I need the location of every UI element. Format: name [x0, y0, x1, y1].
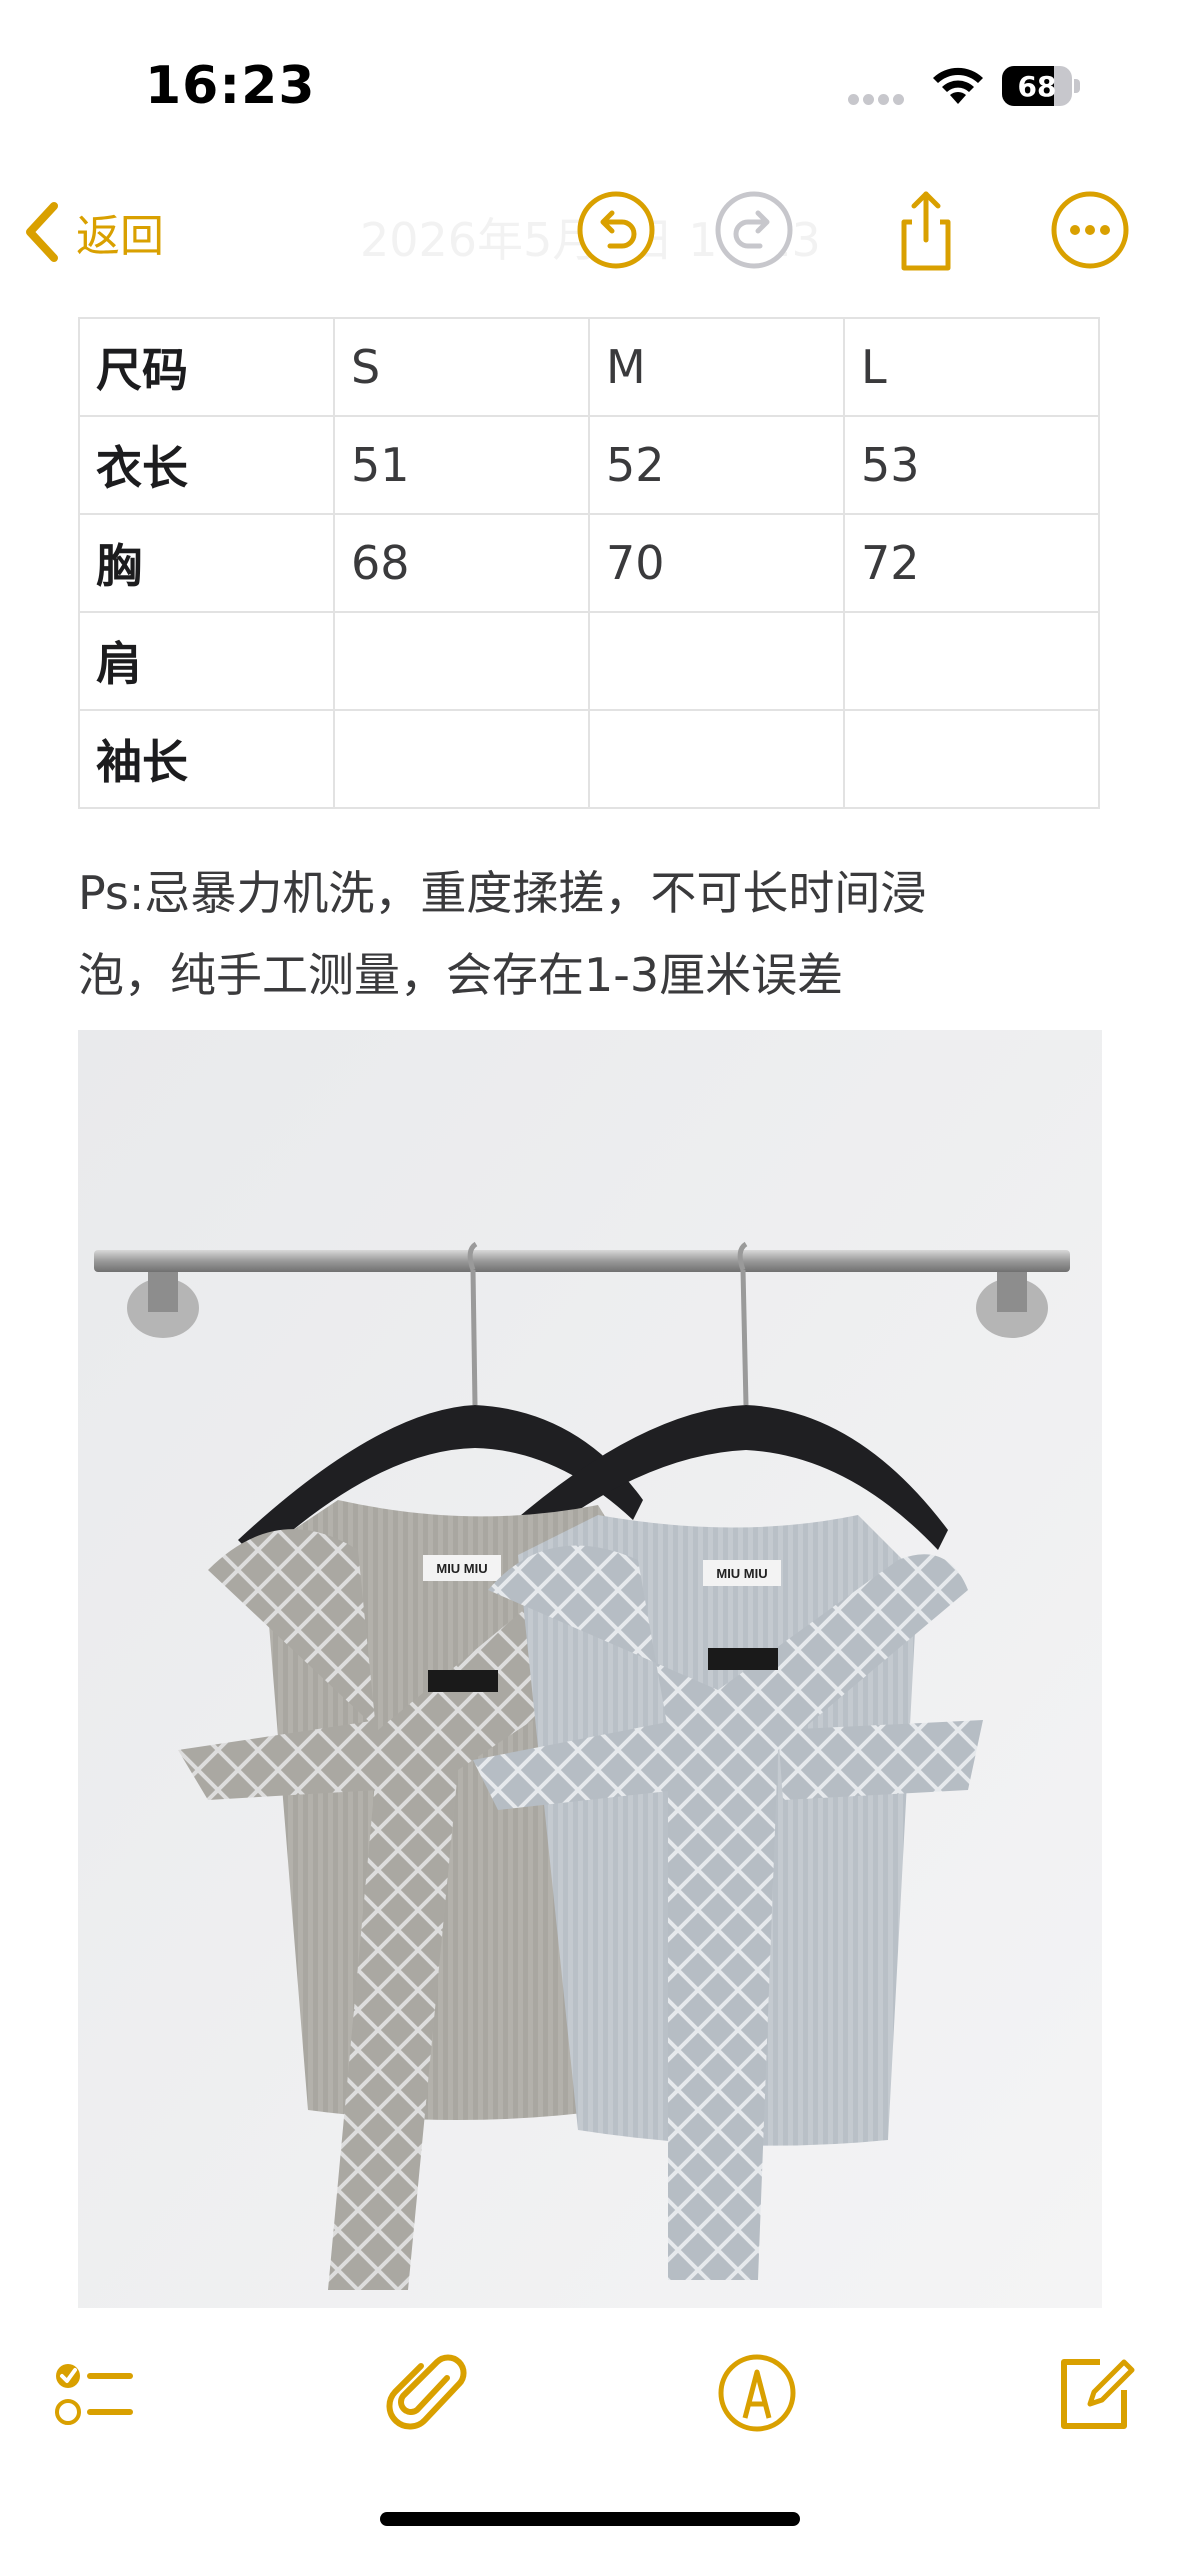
back-button[interactable]: 返回	[22, 192, 164, 272]
table-cell[interactable]: M	[588, 317, 845, 417]
status-time: 16:23	[145, 56, 316, 116]
brand-label-right: MIU MIU	[716, 1566, 767, 1581]
table-cell[interactable]: 肩	[78, 611, 335, 711]
back-label: 返回	[76, 211, 164, 262]
table-row: 袖长	[78, 709, 1100, 809]
table-cell[interactable]	[333, 709, 590, 809]
home-indicator[interactable]	[380, 2512, 800, 2526]
bottom-toolbar	[0, 2318, 1179, 2468]
table-cell[interactable]: 72	[843, 513, 1100, 613]
battery-icon: 68	[1002, 66, 1080, 106]
more-icon[interactable]	[1048, 188, 1132, 272]
table-row: 胸 68 70 72	[78, 513, 1100, 613]
table-cell[interactable]	[843, 709, 1100, 809]
table-cell[interactable]: 53	[843, 415, 1100, 515]
size-table: 尺码 S M L 衣长 51 52 53 胸 68 70 72 肩 袖长	[78, 317, 1100, 809]
cellular-signal-icon	[848, 90, 908, 105]
table-cell[interactable]: 胸	[78, 513, 335, 613]
table-row: 尺码 S M L	[78, 317, 1100, 417]
table-cell[interactable]	[843, 611, 1100, 711]
table-cell[interactable]	[588, 709, 845, 809]
table-cell[interactable]: L	[843, 317, 1100, 417]
table-cell[interactable]	[588, 611, 845, 711]
garment-image: MIU MIU MIU MIU	[78, 1030, 1102, 2308]
product-photo[interactable]: MIU MIU MIU MIU	[78, 1030, 1102, 2308]
brand-label-left: MIU MIU	[436, 1561, 487, 1576]
nav-bar: 返回 2026年5月1日 16:23	[0, 180, 1179, 280]
table-cell[interactable]: 51	[333, 415, 590, 515]
undo-icon[interactable]	[574, 188, 658, 272]
table-cell[interactable]: 70	[588, 513, 845, 613]
table-cell[interactable]: S	[333, 317, 590, 417]
note-line: Ps:忌暴力机洗，重度揉搓，不可长时间浸	[78, 866, 927, 920]
paperclip-icon[interactable]	[385, 2348, 475, 2438]
status-bar: 16:23 68	[0, 0, 1179, 170]
table-row: 衣长 51 52 53	[78, 415, 1100, 515]
wifi-icon	[933, 67, 983, 104]
battery-percent: 68	[1017, 70, 1057, 103]
table-cell[interactable]: 68	[333, 513, 590, 613]
table-row: 肩	[78, 611, 1100, 711]
table-cell[interactable]: 尺码	[78, 317, 335, 417]
table-cell[interactable]	[333, 611, 590, 711]
markup-icon[interactable]	[712, 2348, 802, 2438]
table-cell[interactable]: 衣长	[78, 415, 335, 515]
compose-icon[interactable]	[1050, 2348, 1140, 2438]
table-cell[interactable]: 52	[588, 415, 845, 515]
redo-icon[interactable]	[712, 188, 796, 272]
table-cell[interactable]: 袖长	[78, 709, 335, 809]
chevron-left-icon	[26, 202, 58, 262]
checklist-icon[interactable]	[50, 2348, 140, 2438]
note-text[interactable]: Ps:忌暴力机洗，重度揉搓，不可长时间浸 泡，纯手工测量，会存在1-3厘米误差	[78, 852, 1118, 1016]
note-line: 泡，纯手工测量，会存在1-3厘米误差	[78, 948, 844, 1002]
share-icon[interactable]	[884, 188, 968, 272]
